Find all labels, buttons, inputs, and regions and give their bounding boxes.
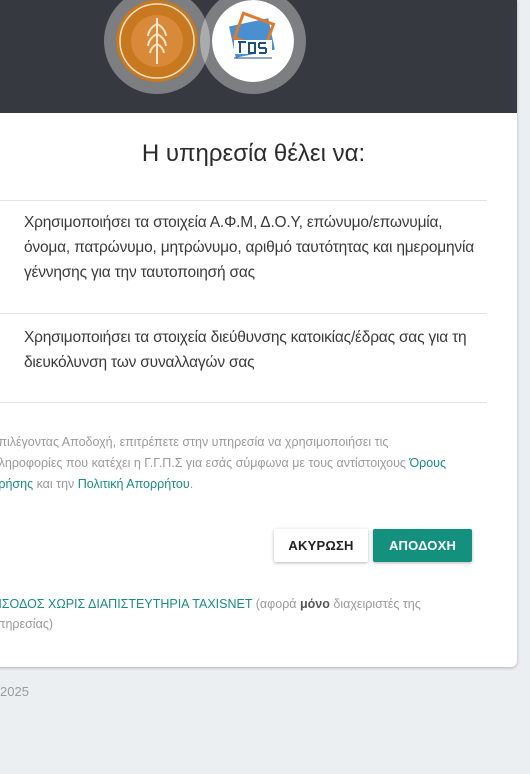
divider [0,402,487,403]
cancel-button[interactable]: ΑΚΥΡΩΣΗ [274,529,368,562]
consent-card: Η υπηρεσία θέλει να: Χρησιμοποιήσει τα σ… [0,0,517,667]
accept-button[interactable]: ΑΠΟΔΟΧΗ [373,529,472,562]
consent-text-intro: Επιλέγοντας Αποδοχή, επιτρέπετε στην υπη… [0,435,410,470]
footer-year: 2025 [0,684,29,699]
taxisnet-bypass-link[interactable]: ΕΙΣΟΔΟΣ ΧΩΡΙΣ ΔΙΑΠΙΣΤΕΥΤΗΡΙΑ TAXISNET [0,597,252,611]
consent-text-middle: και την [33,477,78,491]
consent-text-end: . [189,477,194,491]
page-title: Η υπηρεσία θέλει να: [141,140,366,167]
divider [0,200,487,201]
taxisnet-note-emphasis: μόνο [300,597,330,611]
header-bar [0,0,517,113]
privacy-link[interactable]: Πολιτική Απορρήτου [78,477,190,491]
gps-logo-ring [200,0,306,94]
gps-logo [212,0,294,82]
opekepe-logo-ring [104,0,210,94]
permission-item: Χρησιμοποιήσει τα στοιχεία διεύθυνσης κα… [24,329,467,371]
divider [0,313,487,314]
opekepe-logo [116,0,198,82]
consent-text: Επιλέγοντας Αποδοχή, επιτρέπετε στην υπη… [0,432,460,495]
taxisnet-note: (αφορά [252,597,301,611]
taxisnet-bypass: ΕΙΣΟΔΟΣ ΧΩΡΙΣ ΔΙΑΠΙΣΤΕΥΤΗΡΙΑ TAXISNET (α… [0,594,450,634]
permission-item: Χρησιμοποιήσει τα στοιχεία Α.Φ.Μ, Δ.Ο.Υ,… [24,214,474,281]
